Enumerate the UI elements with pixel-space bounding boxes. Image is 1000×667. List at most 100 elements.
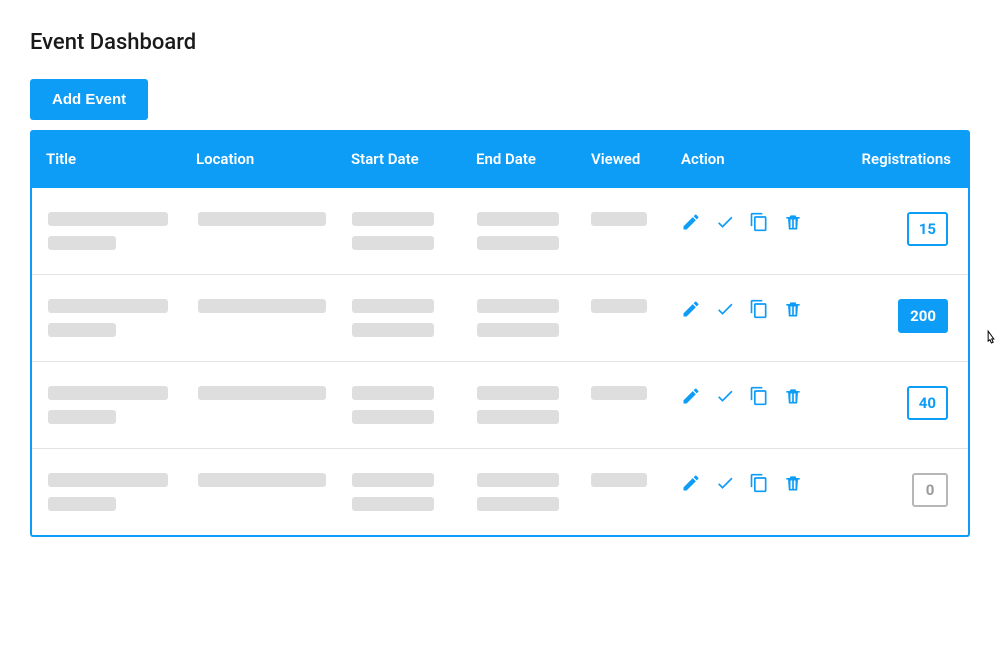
approve-button[interactable] [715, 473, 735, 493]
copy-button[interactable] [749, 473, 769, 493]
registrations-badge[interactable]: 40 [907, 386, 948, 420]
edit-button[interactable] [681, 473, 701, 493]
cell-viewed [591, 299, 681, 313]
placeholder-line [48, 212, 168, 226]
placeholder-line [477, 410, 559, 424]
copy-icon [749, 212, 769, 232]
table-row: 0 [32, 449, 968, 535]
placeholder-line [352, 299, 434, 313]
placeholder-line [591, 386, 647, 400]
cell-actions [681, 212, 833, 232]
copy-button[interactable] [749, 212, 769, 232]
cell-actions [681, 386, 833, 406]
cell-location [198, 299, 352, 313]
placeholder-line [477, 497, 559, 511]
edit-button[interactable] [681, 299, 701, 319]
placeholder-line [198, 299, 326, 313]
edit-button[interactable] [681, 212, 701, 232]
cell-start-date [352, 299, 477, 337]
page-title: Event Dashboard [30, 30, 970, 55]
cell-start-date [352, 473, 477, 511]
placeholder-line [477, 386, 559, 400]
cell-start-date [352, 212, 477, 250]
pencil-icon [681, 386, 701, 406]
placeholder-line [352, 323, 434, 337]
placeholder-line [477, 212, 559, 226]
cell-registrations: 0 [832, 473, 952, 507]
col-header-viewed: Viewed [591, 150, 681, 168]
cell-registrations: 15 [832, 212, 952, 246]
placeholder-line [352, 473, 434, 487]
delete-button[interactable] [783, 212, 803, 232]
cell-end-date [477, 386, 592, 424]
placeholder-line [198, 473, 326, 487]
cell-title [48, 212, 198, 250]
registrations-badge[interactable]: 200 [898, 299, 948, 333]
delete-button[interactable] [783, 386, 803, 406]
cell-end-date [477, 299, 592, 337]
approve-button[interactable] [715, 212, 735, 232]
placeholder-line [48, 323, 116, 337]
cell-location [198, 386, 352, 400]
copy-button[interactable] [749, 299, 769, 319]
col-header-title: Title [46, 150, 196, 168]
cell-viewed [591, 386, 681, 400]
cell-end-date [477, 212, 592, 250]
cell-title [48, 299, 198, 337]
trash-icon [783, 299, 803, 319]
table-row: 200 [32, 275, 968, 362]
cell-title [48, 473, 198, 511]
placeholder-line [48, 299, 168, 313]
placeholder-line [477, 236, 559, 250]
cell-viewed [591, 212, 681, 226]
registrations-badge[interactable]: 0 [912, 473, 948, 507]
table-row: 40 [32, 362, 968, 449]
table-body: 15 [30, 188, 970, 537]
copy-icon [749, 386, 769, 406]
placeholder-line [198, 386, 326, 400]
copy-icon [749, 299, 769, 319]
delete-button[interactable] [783, 473, 803, 493]
placeholder-line [477, 473, 559, 487]
cell-location [198, 212, 352, 226]
check-icon [715, 212, 735, 232]
check-icon [715, 473, 735, 493]
placeholder-line [352, 386, 434, 400]
cell-actions [681, 299, 833, 319]
cell-title [48, 386, 198, 424]
approve-button[interactable] [715, 386, 735, 406]
placeholder-line [198, 212, 326, 226]
registrations-badge[interactable]: 15 [907, 212, 948, 246]
placeholder-line [477, 299, 559, 313]
col-header-action: Action [681, 150, 833, 168]
placeholder-line [477, 323, 559, 337]
cell-registrations: 40 [832, 386, 952, 420]
col-header-location: Location [196, 150, 351, 168]
placeholder-line [591, 212, 647, 226]
delete-button[interactable] [783, 299, 803, 319]
copy-icon [749, 473, 769, 493]
table-row: 15 [32, 188, 968, 275]
add-event-button[interactable]: Add Event [30, 79, 148, 120]
cell-location [198, 473, 352, 487]
trash-icon [783, 386, 803, 406]
placeholder-line [48, 386, 168, 400]
table-header-row: Title Location Start Date End Date Viewe… [30, 130, 970, 188]
copy-button[interactable] [749, 386, 769, 406]
placeholder-line [48, 497, 116, 511]
placeholder-line [591, 473, 647, 487]
trash-icon [783, 473, 803, 493]
col-header-end-date: End Date [476, 150, 591, 168]
edit-button[interactable] [681, 386, 701, 406]
check-icon [715, 299, 735, 319]
trash-icon [783, 212, 803, 232]
placeholder-line [352, 236, 434, 250]
col-header-start-date: Start Date [351, 150, 476, 168]
pencil-icon [681, 299, 701, 319]
cell-start-date [352, 386, 477, 424]
placeholder-line [48, 410, 116, 424]
approve-button[interactable] [715, 299, 735, 319]
placeholder-line [48, 473, 168, 487]
cell-actions [681, 473, 833, 493]
pencil-icon [681, 473, 701, 493]
